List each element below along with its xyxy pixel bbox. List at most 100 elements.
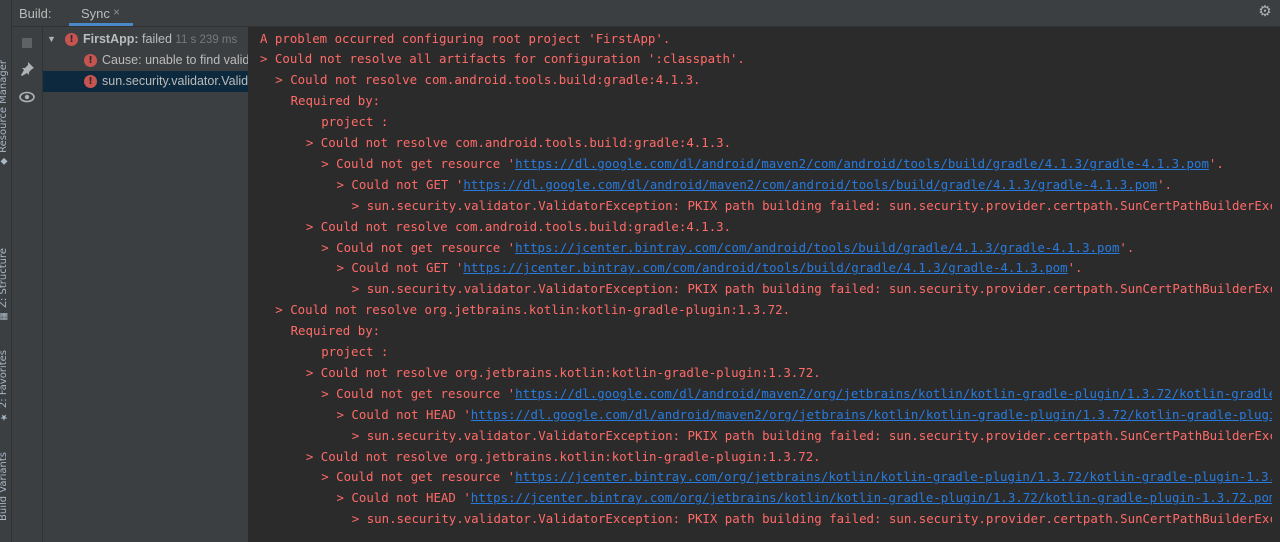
build-tree: ▼ ! FirstApp: failed 11 s 239 ms ! Cause… — [43, 27, 249, 542]
resource-manager-tab[interactable]: ◆ Resource Manager — [0, 60, 11, 170]
console-line: > Could not get resource 'https://jcente… — [321, 237, 1280, 258]
console-line: > sun.security.validator.ValidatorExcept… — [352, 278, 1280, 299]
console-line-text: > Could not resolve org.jetbrains.kotlin… — [305, 364, 821, 380]
tab-sync-label: Sync — [81, 6, 110, 21]
build-variants-label: Build Variants — [0, 452, 9, 521]
console-line: > sun.security.validator.ValidatorExcept… — [352, 508, 1280, 529]
console-line: > sun.security.validator.ValidatorExcept… — [352, 195, 1280, 216]
stop-button[interactable] — [19, 35, 35, 51]
tree-root-name: FirstApp: — [83, 32, 139, 46]
tree-root-time: 11 s 239 ms — [175, 34, 238, 46]
error-icon: ! — [84, 54, 97, 67]
resource-manager-icon: ◆ — [0, 156, 9, 167]
console-line-suffix: '. — [1157, 176, 1173, 192]
console-line: > Could not resolve org.jetbrains.kotlin… — [275, 299, 1280, 320]
structure-label: Z: Structure — [0, 248, 9, 308]
console-line-text: > sun.security.validator.ValidatorExcept… — [351, 511, 1280, 527]
console-line-text: > Could not GET ' — [336, 176, 464, 192]
console-line: > sun.security.validator.ValidatorExcept… — [352, 425, 1280, 446]
console-line-text: > Could not get resource ' — [321, 155, 516, 171]
console-line-text: > Could not resolve org.jetbrains.kotlin… — [305, 448, 821, 464]
tab-sync[interactable]: Sync × — [69, 0, 133, 26]
console-line-suffix: '. — [1119, 239, 1135, 255]
console-link[interactable]: https://dl.google.com/dl/android/maven2/… — [471, 407, 1280, 422]
tree-root-status: failed — [138, 32, 172, 46]
console-link[interactable]: https://dl.google.com/dl/android/maven2/… — [463, 177, 1157, 192]
stop-icon — [22, 38, 32, 48]
close-icon[interactable]: × — [113, 5, 120, 19]
chevron-down-icon[interactable]: ▼ — [47, 29, 56, 50]
tree-item-validator-exception[interactable]: ! sun.security.validator.ValidatorExcept… — [43, 71, 248, 92]
console-line-text: > Could not resolve all artifacts for co… — [260, 51, 745, 67]
build-toolbar — [12, 27, 43, 542]
console-line-text: > Could not get resource ' — [321, 239, 516, 255]
console-line-text: project : — [321, 344, 389, 359]
tree-item-cause-label: Cause: unable to find valid certificatio… — [102, 53, 249, 67]
console-line-text: > Could not resolve com.android.tools.bu… — [275, 72, 701, 88]
console-line: > Could not resolve all artifacts for co… — [260, 48, 1280, 69]
build-variants-tab[interactable]: Build Variants — [0, 452, 11, 521]
console-line: project : — [321, 341, 1280, 362]
build-window-header: Build: Sync × ⚙ — [12, 0, 1280, 27]
console-line: > Could not GET 'https://jcenter.bintray… — [337, 257, 1280, 278]
tree-root-firstapp[interactable]: ▼ ! FirstApp: failed 11 s 239 ms — [43, 29, 248, 50]
console-line-text: > sun.security.validator.ValidatorExcept… — [351, 197, 1280, 213]
left-tool-strip: ◆ Resource Manager ▦ Z: Structure ★ 2: F… — [0, 0, 12, 542]
gear-icon[interactable]: ⚙ — [1256, 3, 1274, 21]
console-line: Required by: — [291, 90, 1280, 111]
console-line: Required by: — [291, 320, 1280, 341]
console-line-suffix: '. — [1067, 260, 1083, 276]
console-link[interactable]: https://jcenter.bintray.com/com/android/… — [463, 260, 1067, 275]
console-line: > Could not resolve org.jetbrains.kotlin… — [306, 362, 1280, 383]
tree-item-validator-label: sun.security.validator.ValidatorExceptio… — [102, 74, 249, 88]
structure-tab[interactable]: ▦ Z: Structure — [0, 248, 11, 325]
console-line-text: project : — [321, 114, 389, 130]
console-line-text: Required by: — [290, 323, 381, 339]
console-line-text: > Could not HEAD ' — [336, 406, 471, 422]
console-link[interactable]: https://jcenter.bintray.com/org/jetbrain… — [515, 469, 1280, 484]
console-line-text: Required by: — [290, 93, 381, 109]
console-line-text: > Could not get resource ' — [321, 469, 516, 485]
eye-icon — [19, 91, 35, 103]
error-icon: ! — [65, 33, 78, 46]
console-line: A problem occurred configuring root proj… — [260, 28, 1280, 49]
tree-root-label: FirstApp: failed 11 s 239 ms — [83, 29, 237, 51]
console-line-text: > Could not get resource ' — [321, 385, 516, 401]
console-line-text: > Could not resolve com.android.tools.bu… — [305, 135, 732, 150]
console-line-suffix: '. — [1208, 155, 1224, 171]
console-line-text: > Could not HEAD ' — [336, 490, 471, 506]
console-line: > Could not HEAD 'https://dl.google.com/… — [337, 404, 1280, 425]
favorites-icon: ★ — [0, 411, 9, 422]
console-link[interactable]: https://dl.google.com/dl/android/maven2/… — [515, 386, 1280, 401]
console-line: > Could not HEAD 'https://jcenter.bintra… — [337, 487, 1280, 508]
console-line-text: > Could not resolve org.jetbrains.kotlin… — [275, 302, 791, 318]
error-icon: ! — [84, 75, 97, 88]
console-line-text: A problem occurred configuring root proj… — [260, 30, 671, 46]
console-scrollbar[interactable] — [1272, 27, 1280, 542]
structure-icon: ▦ — [0, 311, 9, 322]
console-line: > Could not resolve com.android.tools.bu… — [306, 216, 1280, 237]
console-link[interactable]: https://jcenter.bintray.com/org/jetbrain… — [471, 490, 1277, 505]
console-line: > Could not get resource 'https://dl.goo… — [321, 383, 1280, 404]
console-line: project : — [321, 111, 1280, 132]
build-output-console[interactable]: A problem occurred configuring root proj… — [249, 27, 1280, 542]
console-line: > Could not get resource 'https://dl.goo… — [321, 153, 1280, 174]
resource-manager-label: Resource Manager — [0, 60, 9, 153]
tree-item-cause[interactable]: ! Cause: unable to find valid certificat… — [43, 50, 248, 71]
build-label: Build: — [19, 6, 52, 21]
console-link[interactable]: https://dl.google.com/dl/android/maven2/… — [515, 156, 1209, 171]
console-line-text: > sun.security.validator.ValidatorExcept… — [351, 427, 1280, 443]
pin-button[interactable] — [19, 61, 35, 77]
show-warnings-button[interactable] — [19, 89, 35, 105]
favorites-label: 2: Favorites — [0, 350, 9, 409]
console-line: > Could not resolve com.android.tools.bu… — [306, 132, 1280, 153]
pin-icon — [21, 62, 34, 76]
console-line: > Could not resolve com.android.tools.bu… — [275, 69, 1280, 90]
console-line-text: > Could not resolve com.android.tools.bu… — [305, 218, 732, 234]
favorites-tab[interactable]: ★ 2: Favorites — [0, 350, 11, 425]
console-line: > Could not resolve org.jetbrains.kotlin… — [306, 446, 1280, 467]
console-line-text: > sun.security.validator.ValidatorExcept… — [351, 281, 1280, 297]
console-link[interactable]: https://jcenter.bintray.com/com/android/… — [515, 240, 1119, 255]
console-line: > Could not get resource 'https://jcente… — [321, 466, 1280, 487]
console-line-text: > Could not GET ' — [336, 260, 464, 276]
